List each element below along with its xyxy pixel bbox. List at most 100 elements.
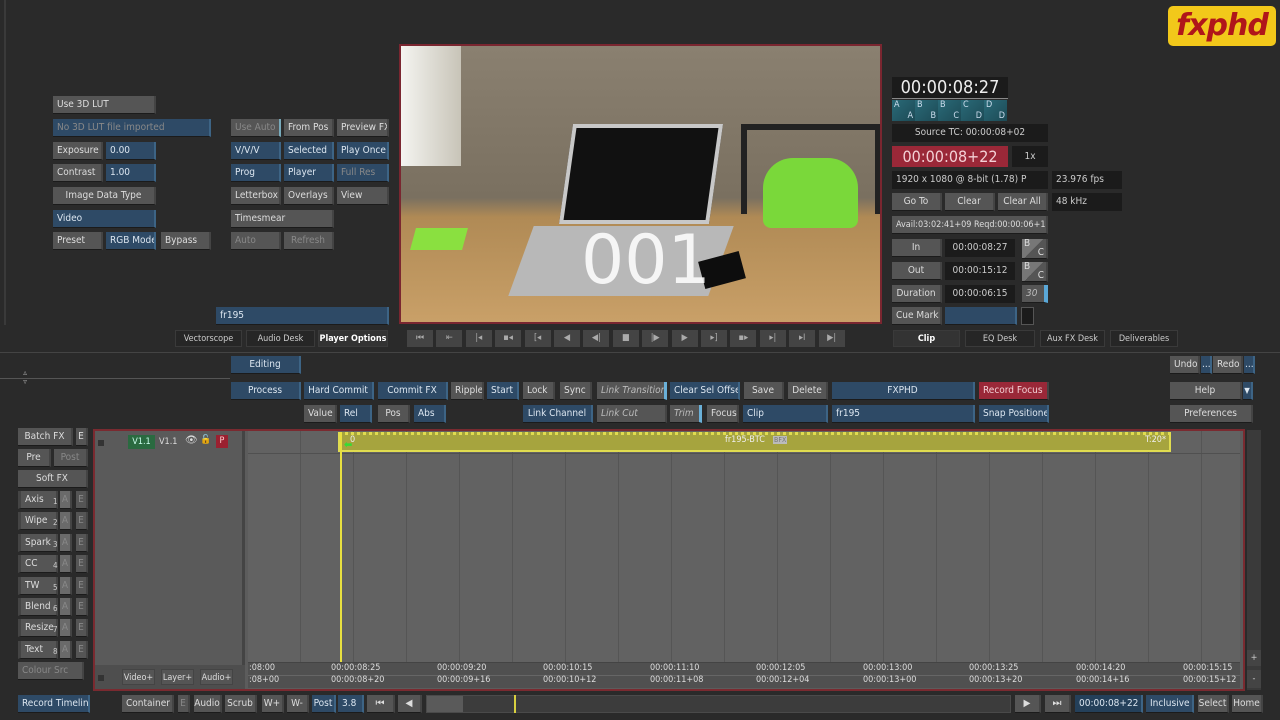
lock-icon[interactable]: 🔓 (200, 435, 211, 445)
link-cut-button[interactable]: Link Cut (597, 405, 667, 423)
header-toggle[interactable] (98, 675, 104, 681)
w-minus-button[interactable]: W- (287, 695, 309, 713)
transport-button[interactable]: ⏮ (407, 330, 433, 347)
track-select-toggle[interactable] (98, 440, 104, 446)
focus-button[interactable]: Focus (707, 405, 739, 423)
refresh-button[interactable]: Refresh (284, 232, 334, 250)
save-button[interactable]: Save (744, 382, 784, 400)
fx-tw-button[interactable]: TW (18, 576, 58, 595)
container-edit-button[interactable]: E (178, 695, 190, 713)
fx-animate-toggle[interactable]: A (60, 533, 72, 552)
zoom-out-button[interactable]: - (1247, 670, 1261, 688)
pos-button[interactable]: Pos (378, 405, 410, 423)
letterbox-button[interactable]: Letterbox (231, 187, 281, 205)
timesmear-button[interactable]: Timesmear (231, 210, 334, 228)
clear-sel-offset-button[interactable]: Clear Sel Offset (670, 382, 740, 400)
process-button[interactable]: Process (231, 382, 301, 400)
full-res-button[interactable]: Full Res (337, 164, 389, 182)
home-button[interactable]: Home (1232, 695, 1263, 713)
link-transition-button[interactable]: Link Transition (597, 382, 667, 400)
transport-button[interactable]: ▸] (701, 330, 727, 347)
ripple-button[interactable]: Ripple (451, 382, 484, 400)
duration-timecode[interactable]: 00:00:06:15 (945, 285, 1015, 303)
lock-button[interactable]: Lock (523, 382, 555, 400)
audio-button[interactable]: Audio (194, 695, 222, 713)
post-button[interactable]: Post (54, 449, 88, 467)
lut-file-field[interactable]: No 3D LUT file imported (53, 119, 211, 137)
transport-button[interactable]: ■ (612, 330, 639, 347)
playhead[interactable] (340, 432, 342, 666)
abs-button[interactable]: Abs (414, 405, 446, 423)
fx-animate-toggle[interactable]: A (60, 598, 72, 616)
prog-button[interactable]: Prog (231, 164, 281, 182)
priority-badge[interactable]: P (216, 435, 228, 448)
record-timeline-button[interactable]: Record Timeline (18, 695, 90, 713)
go-to-button[interactable]: Go To (892, 193, 942, 211)
trim-button[interactable]: Trim (670, 405, 702, 423)
undo-button[interactable]: Undo (1170, 356, 1200, 374)
tab-vectorscope[interactable]: Vectorscope (175, 330, 242, 347)
go-first-button[interactable]: ⏮ (367, 695, 395, 713)
batch-fx-button[interactable]: Batch FX (18, 428, 73, 446)
redo-button[interactable]: Redo (1213, 356, 1243, 374)
tab-clip[interactable]: Clip (893, 330, 960, 347)
fx-animate-toggle[interactable]: A (60, 512, 72, 531)
transport-button[interactable]: [◂ (524, 330, 551, 347)
out-timecode[interactable]: 00:00:15:12 (945, 262, 1015, 280)
cue-mark-button[interactable]: Cue Mark (892, 307, 942, 325)
use-auto-button[interactable]: Use Auto (231, 119, 281, 137)
abcd-button-bb[interactable]: BB (915, 100, 938, 121)
help-dropdown-icon[interactable]: ▼ (1243, 382, 1253, 400)
rgb-mode-button[interactable]: RGB Mode (106, 232, 156, 250)
fx-text-button[interactable]: Text (18, 640, 58, 659)
fx-edit-button[interactable]: E (76, 491, 88, 509)
fx-animate-toggle[interactable]: A (60, 640, 72, 659)
help-button[interactable]: Help (1170, 382, 1242, 400)
abcd-button-cd[interactable]: CD (961, 100, 984, 121)
out-bc-toggle[interactable]: BC (1022, 262, 1048, 282)
delete-button[interactable]: Delete (788, 382, 828, 400)
preview-fx-button[interactable]: Preview FX (337, 119, 389, 137)
preset-button[interactable]: Preset (53, 232, 103, 250)
link-channel-button[interactable]: Link Channel (523, 405, 593, 423)
batch-fx-edit-button[interactable]: E (76, 428, 88, 446)
fx-animate-toggle[interactable]: A (60, 576, 72, 595)
vvv-button[interactable]: V/V/V (231, 142, 281, 160)
player-button[interactable]: Player (284, 164, 334, 182)
fx-edit-button[interactable]: E (76, 576, 88, 595)
transport-button[interactable]: |▶ (642, 330, 669, 347)
transport-button[interactable]: ▸| (759, 330, 786, 347)
transport-button[interactable]: ⇤ (436, 330, 463, 347)
abcd-button-aa[interactable]: AA (892, 100, 915, 121)
transport-button[interactable]: ◀ (554, 330, 580, 347)
step-back-button[interactable]: ◀ (398, 695, 422, 713)
w-plus-button[interactable]: W+ (262, 695, 284, 713)
fx-edit-button[interactable]: E (76, 512, 88, 531)
sync-button[interactable]: Sync (560, 382, 592, 400)
play-once-button[interactable]: Play Once (337, 142, 389, 160)
fx-edit-button[interactable]: E (76, 619, 88, 638)
clip-name-field[interactable]: fr195 (832, 405, 975, 423)
clip-segment[interactable]: 0 fr195-BTC BFX T:20* (338, 432, 1171, 452)
preferences-button[interactable]: Preferences (1170, 405, 1253, 423)
add-layer-button[interactable]: Layer+ (161, 669, 194, 685)
overlays-button[interactable]: Overlays (284, 187, 334, 205)
fx-spark-button[interactable]: Spark (18, 533, 58, 552)
playhead-handle-icon[interactable]: ⬅ (344, 438, 352, 451)
fx-edit-button[interactable]: E (76, 555, 88, 574)
pre-button[interactable]: Pre (18, 449, 51, 467)
record-focus-button[interactable]: Record Focus (979, 382, 1049, 400)
image-data-type-select[interactable]: Video (53, 210, 156, 228)
add-video-button[interactable]: Video+ (122, 669, 155, 685)
in-button[interactable]: In (892, 239, 942, 257)
view-button[interactable]: View (337, 187, 389, 205)
fxphd-menu[interactable]: FXPHD (832, 382, 975, 400)
scrub-button[interactable]: Scrub (225, 695, 257, 713)
fx-animate-toggle[interactable]: A (60, 619, 72, 638)
scroll-thumb[interactable] (427, 696, 463, 712)
auto-button[interactable]: Auto (231, 232, 281, 250)
panel-resize-icon[interactable]: ▵ ▿ (19, 368, 31, 386)
inclusive-toggle[interactable]: Inclusive (1146, 695, 1194, 713)
tab-deliverables[interactable]: Deliverables (1110, 330, 1178, 347)
eye-icon[interactable]: 👁 (185, 435, 198, 446)
